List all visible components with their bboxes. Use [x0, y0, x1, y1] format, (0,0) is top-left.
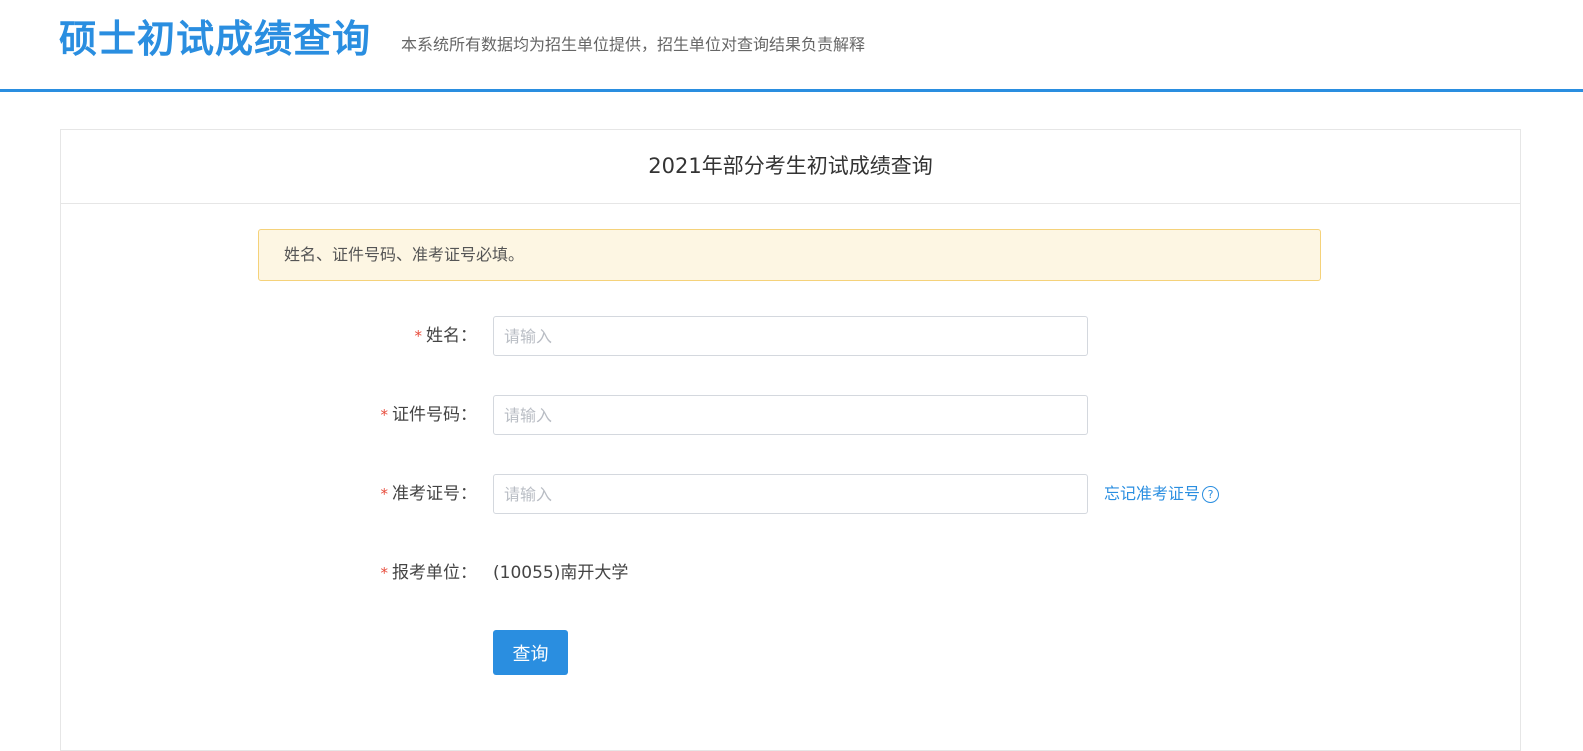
institution-label: * 报考单位：: [381, 553, 478, 593]
exam-number-input[interactable]: [493, 474, 1088, 514]
institution-row: * 报考单位： (10055)南开大学: [61, 553, 1520, 593]
exam-number-label: * 准考证号：: [381, 474, 478, 514]
panel-title: 2021年部分考生初试成绩查询: [61, 130, 1520, 204]
exam-number-label-text: 准考证号：: [392, 484, 477, 504]
institution-value: (10055)南开大学: [493, 563, 629, 583]
id-number-input[interactable]: [493, 395, 1088, 435]
site-title: 硕士初试成绩查询: [59, 17, 372, 61]
id-number-row: * 证件号码：: [61, 395, 1520, 435]
required-mark: *: [380, 406, 389, 424]
institution-label-text: 报考单位：: [392, 563, 477, 583]
required-mark: *: [380, 485, 389, 503]
id-number-label-text: 证件号码：: [392, 405, 477, 425]
forgot-exam-number-text: 忘记准考证号: [1104, 484, 1201, 503]
site-subtitle: 本系统所有数据均为招生单位提供，招生单位对查询结果负责解释: [401, 35, 866, 54]
exam-number-row: *准考证号： 忘记准考证号?: [61, 474, 1520, 514]
query-panel: 2021年部分考生初试成绩查询 姓名、证件号码、准考证号必填。 *姓名： *证件…: [60, 129, 1521, 751]
name-row: * 姓名：: [61, 316, 1520, 356]
page-header: 硕士初试成绩查询 本系统所有数据均为招生单位提供，招生单位对查询结果负责解释: [0, 0, 1583, 92]
required-mark: *: [414, 327, 423, 345]
name-input[interactable]: [493, 316, 1088, 356]
query-button[interactable]: 查询: [493, 630, 568, 675]
question-circle-icon: ?: [1202, 486, 1220, 503]
id-number-label: * 证件号码：: [381, 395, 478, 435]
name-label: * 姓名：: [415, 316, 478, 356]
forgot-exam-number-link[interactable]: 忘记准考证号?: [1104, 474, 1220, 514]
required-notice: 姓名、证件号码、准考证号必填。: [258, 229, 1321, 281]
required-mark: *: [380, 564, 389, 582]
name-label-text: 姓名：: [426, 326, 477, 346]
